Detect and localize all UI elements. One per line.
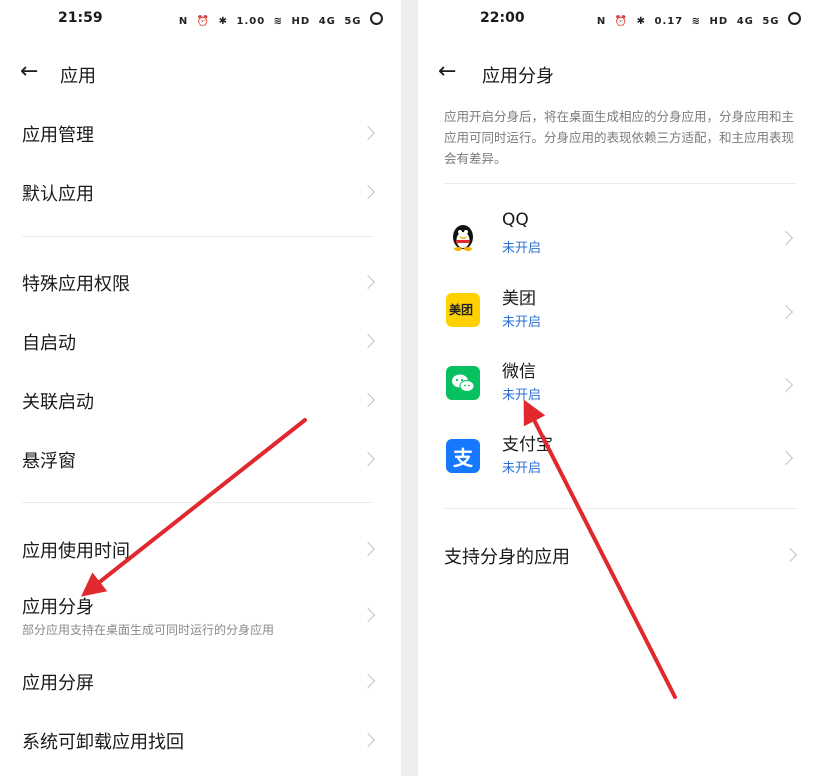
supported-apps-row[interactable]: 支持分身的应用: [418, 540, 819, 570]
chevron-right-icon: [778, 304, 794, 320]
app-name: 支付宝: [502, 435, 553, 455]
hd-icon: HD: [709, 16, 729, 27]
chevron-right-icon: [360, 392, 376, 408]
app-row-wechat[interactable]: 微信 未开启: [418, 350, 819, 420]
meituan-icon: 美团: [446, 293, 480, 327]
list-item-label: 应用使用时间: [22, 541, 130, 562]
clone-status: 未开启: [502, 241, 542, 256]
app-name: QQ: [502, 210, 529, 230]
status-icons: N ⏰ ✱ 0.17 ≋ HD 4G 5G: [593, 12, 801, 27]
signal-icon-2: 5G: [344, 16, 362, 27]
status-bar: 22:00 N ⏰ ✱ 0.17 ≋ HD 4G 5G: [418, 10, 819, 30]
app-settings-screen: 21:59 N ⏰ ✱ 1.00 ≋ HD 4G 5G ← 应用 应用管理 默认…: [0, 0, 401, 776]
status-bar: 21:59 N ⏰ ✱ 1.00 ≋ HD 4G 5G: [0, 10, 401, 30]
alipay-icon: 支: [446, 439, 480, 473]
nfc-icon: N: [596, 16, 607, 27]
chevron-right-icon: [778, 450, 794, 466]
divider: [22, 236, 373, 237]
list-item-label: 默认应用: [22, 184, 94, 205]
list-item-label: 关联启动: [22, 392, 94, 413]
clone-status: 未开启: [502, 388, 542, 403]
back-arrow-icon[interactable]: ←: [20, 60, 38, 84]
hd-icon: HD: [291, 16, 311, 27]
list-item-label: 应用分身: [22, 597, 94, 618]
app-row-meituan[interactable]: 美团 美团 未开启: [418, 277, 819, 347]
chevron-right-icon: [360, 673, 376, 689]
list-item-subtitle: 部分应用支持在桌面生成可同时运行的分身应用: [22, 623, 275, 637]
list-item-autostart[interactable]: 自启动: [0, 326, 401, 356]
alipay-icon-text: 支: [453, 446, 473, 470]
back-arrow-icon[interactable]: ←: [438, 60, 456, 84]
divider: [444, 183, 797, 184]
qq-penguin-icon: [446, 219, 480, 253]
list-item-usage-time[interactable]: 应用使用时间: [0, 534, 401, 564]
status-time: 21:59: [58, 10, 103, 26]
divider: [22, 502, 373, 503]
list-item-uninstalled-recovery[interactable]: 系统可卸载应用找回: [0, 725, 401, 755]
network-speed: 1.00: [236, 16, 266, 27]
status-icons: N ⏰ ✱ 1.00 ≋ HD 4G 5G: [175, 12, 383, 27]
list-item-special-permissions[interactable]: 特殊应用权限: [0, 267, 401, 297]
signal-icon-2: 5G: [762, 16, 780, 27]
chevron-right-icon: [360, 184, 376, 200]
page-title: 应用: [60, 66, 96, 87]
page-header: ← 应用分身: [418, 58, 819, 88]
clone-status: 未开启: [502, 461, 542, 476]
list-item-label: 应用分屏: [22, 673, 94, 694]
list-item-label: 自启动: [22, 333, 76, 354]
list-item-label: 悬浮窗: [22, 451, 76, 472]
list-item-label: 特殊应用权限: [22, 274, 130, 295]
signal-icon-1: 4G: [736, 16, 754, 27]
chevron-right-icon: [360, 125, 376, 141]
meituan-icon-text: 美团: [449, 303, 474, 317]
signal-icon-1: 4G: [318, 16, 336, 27]
list-item-associated-start[interactable]: 关联启动: [0, 385, 401, 415]
clone-status: 未开启: [502, 315, 542, 330]
supported-apps-label: 支持分身的应用: [444, 547, 570, 568]
status-time: 22:00: [480, 10, 525, 26]
app-name: 美团: [502, 289, 536, 309]
alarm-icon: ⏰: [196, 16, 211, 27]
list-item-app-management[interactable]: 应用管理: [0, 118, 401, 148]
app-name: 微信: [502, 362, 536, 382]
chevron-right-icon: [778, 377, 794, 393]
battery-icon: [788, 12, 801, 25]
network-speed: 0.17: [654, 16, 684, 27]
app-row-alipay[interactable]: 支 支付宝 未开启: [418, 423, 819, 493]
nfc-icon: N: [178, 16, 189, 27]
wifi-icon: ≋: [691, 16, 702, 27]
battery-icon: [370, 12, 383, 25]
chevron-right-icon: [360, 451, 376, 467]
list-item-app-clone[interactable]: 应用分身 部分应用支持在桌面生成可同时运行的分身应用: [0, 590, 401, 640]
bluetooth-icon: ✱: [218, 16, 228, 27]
chevron-right-icon: [360, 333, 376, 349]
list-item-label: 应用管理: [22, 125, 94, 146]
wechat-icon: [446, 366, 480, 400]
page-title: 应用分身: [482, 66, 554, 87]
chevron-right-icon: [782, 547, 798, 563]
chevron-right-icon: [360, 732, 376, 748]
list-item-floating-window[interactable]: 悬浮窗: [0, 444, 401, 474]
app-clone-screen: 22:00 N ⏰ ✱ 0.17 ≋ HD 4G 5G ← 应用分身 应用开启分…: [418, 0, 819, 776]
wifi-icon: ≋: [273, 16, 284, 27]
chevron-right-icon: [778, 230, 794, 246]
app-row-qq[interactable]: QQ 未开启: [418, 203, 819, 273]
alarm-icon: ⏰: [614, 16, 629, 27]
divider: [444, 508, 797, 509]
list-item-label: 系统可卸载应用找回: [22, 732, 184, 753]
clone-description: 应用开启分身后，将在桌面生成相应的分身应用，分身应用和主应用可同时运行。分身应用…: [444, 109, 795, 166]
list-item-split-screen[interactable]: 应用分屏: [0, 666, 401, 696]
chevron-right-icon: [360, 541, 376, 557]
page-header: ← 应用: [0, 58, 401, 88]
chevron-right-icon: [360, 274, 376, 290]
chevron-right-icon: [360, 607, 376, 623]
bluetooth-icon: ✱: [636, 16, 646, 27]
list-item-default-apps[interactable]: 默认应用: [0, 177, 401, 207]
